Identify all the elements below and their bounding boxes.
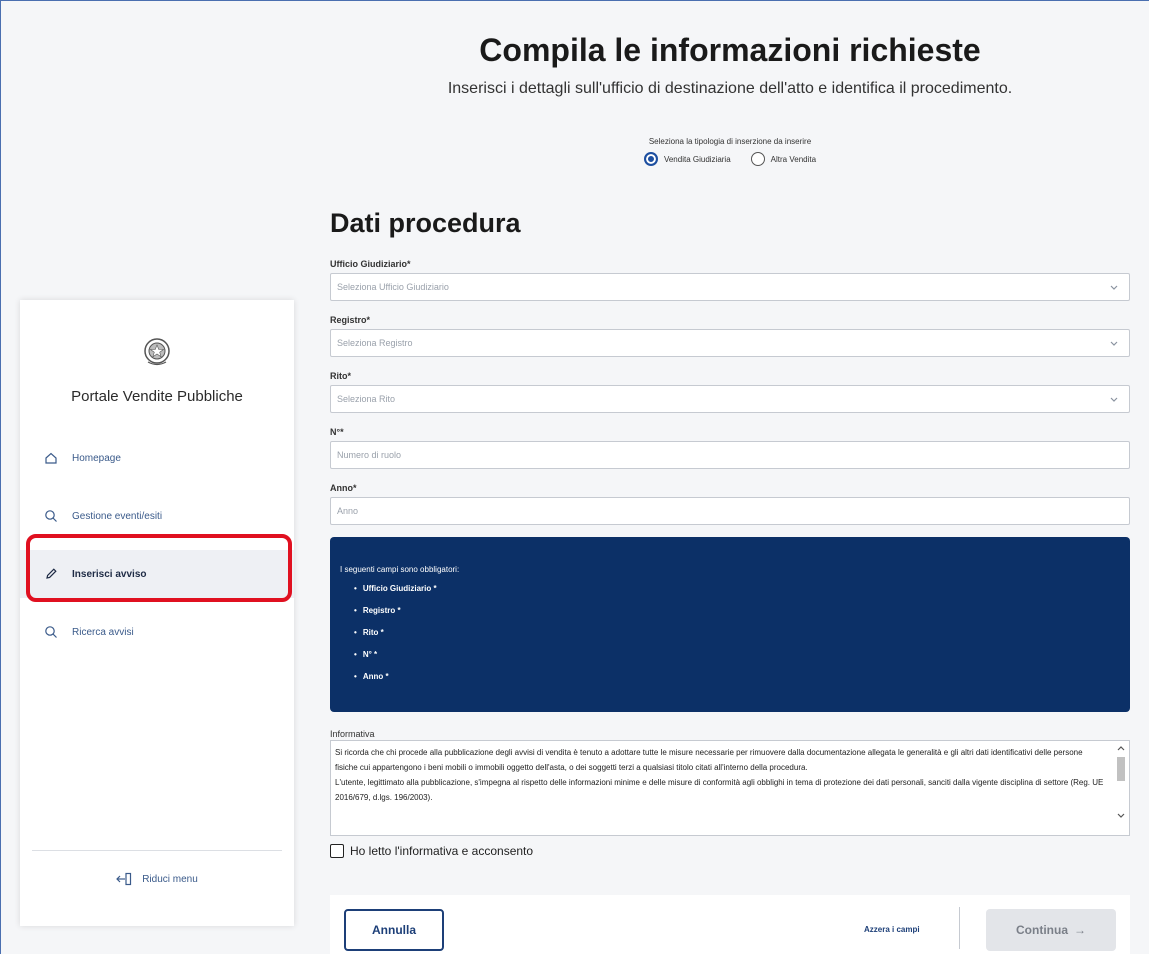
republic-emblem-icon: [144, 338, 170, 366]
search-icon: [42, 623, 60, 641]
list-item: Registro *: [354, 606, 1130, 615]
anno-input[interactable]: Anno: [330, 497, 1130, 525]
sidebar-item-label: Ricerca avvisi: [72, 626, 134, 638]
required-fields-intro: I seguenti campi sono obbligatori:: [340, 565, 460, 574]
checkbox-icon: [330, 844, 344, 858]
sidebar-divider: [32, 850, 282, 851]
sidebar-item-ricerca-avvisi[interactable]: Ricerca avvisi: [20, 608, 294, 656]
reset-fields-link[interactable]: Azzera i campi: [864, 925, 920, 934]
field-placeholder: Seleziona Registro: [337, 338, 413, 348]
field-label-numero: N°*: [330, 427, 344, 437]
radio-checked-icon: [643, 152, 658, 166]
registro-select[interactable]: Seleziona Registro: [330, 329, 1130, 357]
field-label-registro: Registro*: [330, 315, 371, 325]
continue-label: Continua: [1016, 923, 1068, 937]
page-title: Compila le informazioni richieste: [479, 32, 981, 68]
radio-label: Altra Vendita: [770, 154, 817, 164]
reduce-menu-label: Riduci menu: [142, 873, 198, 885]
field-placeholder: Seleziona Ufficio Giudiziario: [337, 282, 449, 292]
field-label-anno: Anno*: [330, 483, 357, 493]
field-placeholder: Seleziona Rito: [337, 394, 396, 404]
page-subtitle: Inserisci i dettagli sull'ufficio di des…: [447, 80, 1013, 97]
ufficio-giudiziario-select[interactable]: Seleziona Ufficio Giudiziario: [330, 273, 1130, 301]
chevron-down-icon: [1110, 285, 1118, 290]
insertion-type-radio-group: Vendita Giudiziaria Altra Vendita: [330, 152, 1130, 166]
chevron-down-icon: [1110, 397, 1118, 402]
reduce-menu-button[interactable]: Riduci menu: [20, 872, 294, 886]
sidebar-item-label: Homepage: [72, 452, 121, 464]
list-item: Anno *: [354, 672, 1130, 681]
field-placeholder: Numero di ruolo: [337, 450, 402, 460]
consent-label: Ho letto l'informativa e acconsento: [350, 844, 534, 858]
collapse-menu-icon: [116, 872, 132, 886]
scroll-down-icon: [1117, 813, 1125, 818]
list-item: Ufficio Giudiziario *: [354, 584, 1130, 593]
informativa-paragraph: L'utente, legittimato alla pubblicazione…: [335, 778, 1104, 802]
radio-label: Vendita Giudiziaria: [663, 154, 731, 164]
radio-unchecked-icon: [750, 152, 765, 166]
home-icon: [42, 449, 60, 467]
sidebar-item-homepage[interactable]: Homepage: [20, 434, 294, 482]
list-item: N° *: [354, 650, 1130, 659]
required-fields-box: I seguenti campi sono obbligatori: Uffic…: [330, 537, 1130, 712]
informativa-paragraph: Si ricorda che chi procede alla pubblica…: [335, 748, 1083, 772]
search-icon: [42, 507, 60, 525]
scrollbar-thumb[interactable]: [1117, 757, 1125, 781]
chevron-down-icon: [1110, 341, 1118, 346]
radio-vendita-giudiziaria[interactable]: Vendita Giudiziaria: [643, 152, 731, 166]
consent-checkbox[interactable]: Ho letto l'informativa e acconsento: [330, 844, 533, 858]
insertion-type-label: Seleziona la tipologia di inserzione da …: [648, 137, 812, 146]
footer-actions: Annulla Azzera i campi Continua →: [330, 895, 1130, 954]
continue-button[interactable]: Continua →: [986, 909, 1116, 951]
section-title: Dati procedura: [330, 208, 521, 238]
field-placeholder: Anno: [337, 506, 359, 516]
radio-altra-vendita[interactable]: Altra Vendita: [750, 152, 817, 166]
cancel-button[interactable]: Annulla: [344, 909, 444, 951]
scroll-up-icon: [1117, 746, 1125, 751]
pencil-icon: [42, 565, 60, 583]
informativa-textarea[interactable]: Si ricorda che chi procede alla pubblica…: [330, 740, 1130, 836]
rito-select[interactable]: Seleziona Rito: [330, 385, 1130, 413]
numero-ruolo-input[interactable]: Numero di ruolo: [330, 441, 1130, 469]
scrollbar[interactable]: [1115, 743, 1127, 833]
field-label-ufficio: Ufficio Giudiziario*: [330, 259, 411, 269]
sidebar-item-label: Inserisci avviso: [72, 568, 147, 580]
sidebar-item-label: Gestione eventi/esiti: [72, 510, 163, 522]
field-label-rito: Rito*: [330, 371, 351, 381]
sidebar-item-gestione-eventi[interactable]: Gestione eventi/esiti: [20, 492, 294, 540]
sidebar: Portale Vendite Pubbliche Homepage Gesti…: [20, 300, 294, 926]
arrow-right-icon: →: [1074, 923, 1086, 937]
sidebar-item-inserisci-avviso[interactable]: Inserisci avviso: [20, 550, 294, 598]
informativa-label: Informativa: [330, 729, 375, 739]
footer-divider: [959, 907, 960, 949]
required-fields-list: Ufficio Giudiziario * Registro * Rito * …: [340, 584, 1130, 681]
list-item: Rito *: [354, 628, 1130, 637]
portal-title: Portale Vendite Pubbliche: [71, 388, 243, 405]
